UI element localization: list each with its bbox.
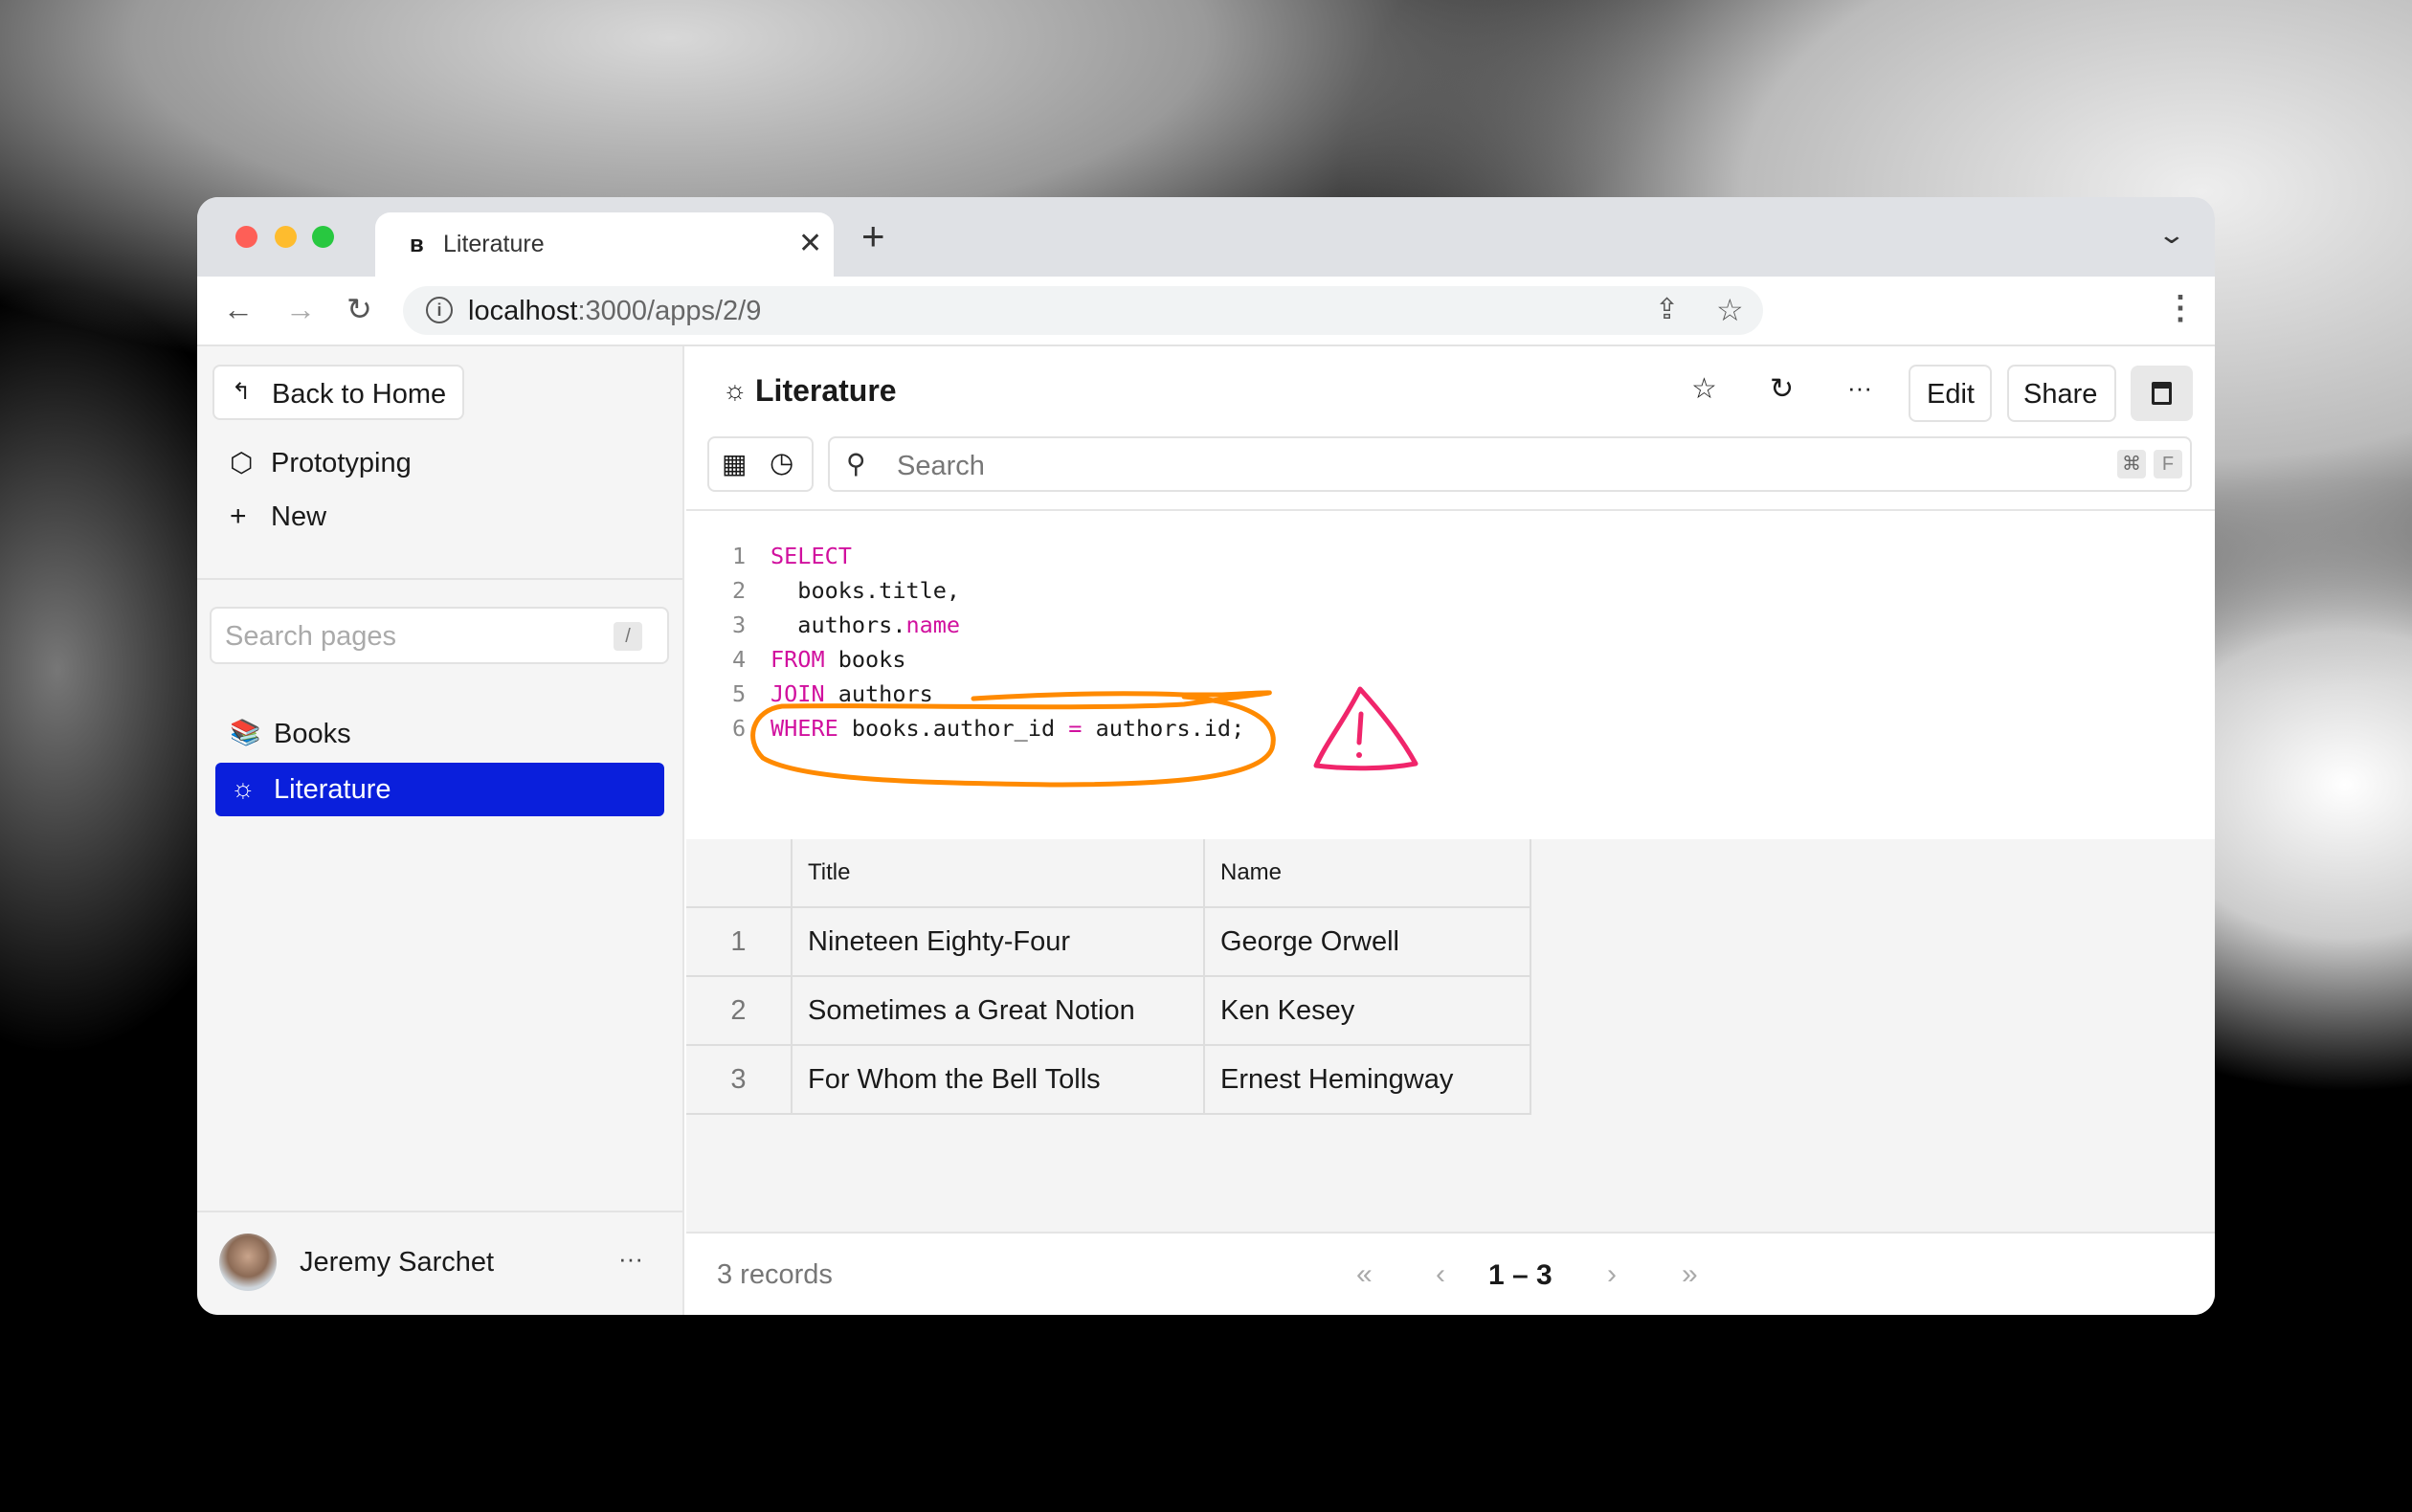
browser-window: ʙ Literature ✕ + ⌄ ← → ↻ i localhost:300… — [197, 197, 2215, 1315]
column-header-title[interactable]: Title — [793, 839, 1205, 908]
cube-icon: ⬡ — [230, 448, 254, 478]
sidebar-divider — [197, 1211, 682, 1212]
row-number[interactable]: 1 — [686, 908, 793, 977]
last-page-button[interactable]: » — [1682, 1260, 1698, 1289]
shortcut-key-badge: / — [614, 622, 642, 651]
warning-dot — [1356, 752, 1362, 758]
results-table: Title Name 1 Nineteen Eighty-Four George O… — [686, 839, 2215, 1232]
column-header-label: Title — [808, 859, 851, 885]
address-bar[interactable]: i localhost:3000/apps/2/9 ⇪ ☆ — [403, 286, 1763, 335]
url-host: localhost — [468, 296, 578, 326]
sidebar-page-label: Literature — [274, 774, 391, 805]
cell-name[interactable]: Ernest Hemingway — [1205, 1046, 1531, 1115]
url-text: localhost:3000/apps/2/9 — [468, 298, 761, 325]
cell-title[interactable]: Nineteen Eighty-Four — [793, 908, 1205, 977]
search-pages-input[interactable]: Search pages / — [210, 607, 669, 664]
row-number[interactable]: 3 — [686, 1046, 793, 1115]
main-panel: ☼ Literature ☆ ↻ ··· Edit Share ▦ ◷ ⚲ Se… — [686, 346, 2215, 1315]
back-arrow-icon[interactable]: ← — [223, 294, 254, 324]
row-number[interactable]: 2 — [686, 977, 793, 1046]
share-page-icon[interactable]: ⇪ — [1655, 296, 1679, 324]
cell-name[interactable]: Ken Kesey — [1205, 977, 1531, 1046]
minimize-window-button[interactable] — [275, 226, 297, 248]
user-name: Jeremy Sarchet — [300, 1247, 495, 1278]
tab-title: Literature — [443, 231, 545, 257]
sidebar-divider — [197, 578, 682, 580]
first-page-button[interactable]: « — [1356, 1260, 1373, 1289]
cell-title[interactable]: For Whom the Bell Tolls — [793, 1046, 1205, 1115]
forward-arrow-icon[interactable]: → — [285, 294, 316, 324]
record-count: 3 records — [717, 1259, 833, 1290]
sidebar-item-label: New — [271, 501, 327, 532]
cell-name[interactable]: George Orwell — [1205, 908, 1531, 977]
site-info-icon[interactable]: i — [426, 297, 453, 323]
books-emoji-icon: 📚 — [230, 718, 261, 746]
bookmark-star-icon[interactable]: ☆ — [1716, 295, 1744, 325]
sun-icon: ☼ — [231, 773, 256, 803]
url-path: :3000/apps/2/9 — [577, 296, 762, 326]
new-tab-button[interactable]: + — [861, 216, 885, 256]
maximize-window-button[interactable] — [312, 226, 334, 248]
sidebar: ↰ Back to Home ⬡ Prototyping + New Searc… — [197, 346, 684, 1315]
back-to-home-button[interactable]: ↰ Back to Home — [212, 365, 464, 420]
avatar — [219, 1234, 277, 1291]
page-range: 1 – 3 — [1488, 1259, 1552, 1291]
reload-icon[interactable]: ↻ — [346, 294, 372, 324]
close-tab-icon[interactable]: ✕ — [798, 230, 822, 258]
table-footer: 3 records « ‹ 1 – 3 › » — [686, 1232, 2215, 1315]
search-pages-placeholder: Search pages — [225, 621, 396, 652]
annotation-ellipse — [750, 690, 1276, 788]
close-window-button[interactable] — [235, 226, 257, 248]
sidebar-item-label: Prototyping — [271, 448, 412, 478]
annotation-layer — [750, 686, 1418, 788]
return-arrow-icon: ↰ — [232, 379, 252, 405]
previous-page-button[interactable]: ‹ — [1436, 1260, 1445, 1289]
tab-bar: ʙ Literature ✕ + ⌄ — [197, 197, 2215, 277]
sidebar-page-literature[interactable]: ☼ Literature — [215, 763, 664, 816]
favicon-icon: ʙ — [410, 232, 424, 257]
plus-icon: + — [230, 500, 247, 532]
user-more-button[interactable]: ··· — [618, 1246, 643, 1271]
back-to-home-label: Back to Home — [272, 379, 447, 410]
tab-list-chevron-down-icon[interactable]: ⌄ — [2157, 222, 2187, 247]
warning-triangle-icon — [1313, 686, 1418, 771]
cell-title[interactable]: Sometimes a Great Notion — [793, 977, 1205, 1046]
sidebar-page-label: Books — [274, 719, 351, 749]
navigation-bar: ← → ↻ i localhost:3000/apps/2/9 ⇪ ☆ ⋮ — [197, 277, 2215, 346]
next-page-button[interactable]: › — [1607, 1260, 1617, 1289]
column-header-label: Name — [1220, 859, 1283, 885]
warning-mark — [1356, 711, 1364, 745]
column-header-name[interactable]: Name — [1205, 839, 1531, 908]
browser-menu-icon[interactable]: ⋮ — [2164, 292, 2197, 324]
tab-literature[interactable]: ʙ Literature ✕ — [375, 212, 834, 277]
row-number-header — [686, 839, 793, 908]
